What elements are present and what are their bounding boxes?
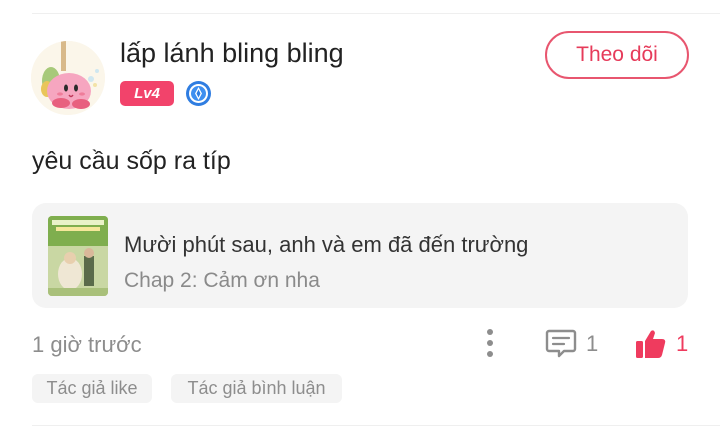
follow-button[interactable]: Theo dõi bbox=[545, 31, 689, 79]
reply-count: 1 bbox=[586, 331, 599, 356]
level-badge: Lv4 bbox=[120, 81, 174, 106]
thumbs-up-icon bbox=[636, 330, 666, 358]
story-chapter: Chap 2: Cảm ơn nha bbox=[124, 269, 320, 292]
avatar[interactable] bbox=[31, 41, 105, 115]
reply-button[interactable]: 1 bbox=[544, 326, 606, 362]
username[interactable]: lấp lánh bling bling bbox=[120, 38, 344, 69]
story-card[interactable]: Mười phút sau, anh và em đã đến trường C… bbox=[32, 203, 688, 308]
rank-badge-icon bbox=[185, 80, 212, 107]
like-button[interactable]: 1 bbox=[634, 326, 690, 362]
top-divider bbox=[32, 13, 720, 14]
tag-author-liked: Tác giả like bbox=[32, 374, 152, 403]
tag-author-commented: Tác giả bình luận bbox=[171, 374, 342, 403]
story-title: Mười phút sau, anh và em đã đến trường bbox=[124, 232, 529, 257]
more-button[interactable] bbox=[478, 326, 502, 360]
comment-text: yêu cầu sốp ra típ bbox=[32, 147, 231, 175]
bottom-divider bbox=[32, 425, 720, 426]
story-cover-image bbox=[48, 216, 108, 296]
comment-icon bbox=[545, 329, 577, 358]
comment-time: 1 giờ trước bbox=[32, 332, 142, 357]
more-vertical-icon bbox=[487, 329, 493, 357]
like-count: 1 bbox=[676, 331, 689, 356]
